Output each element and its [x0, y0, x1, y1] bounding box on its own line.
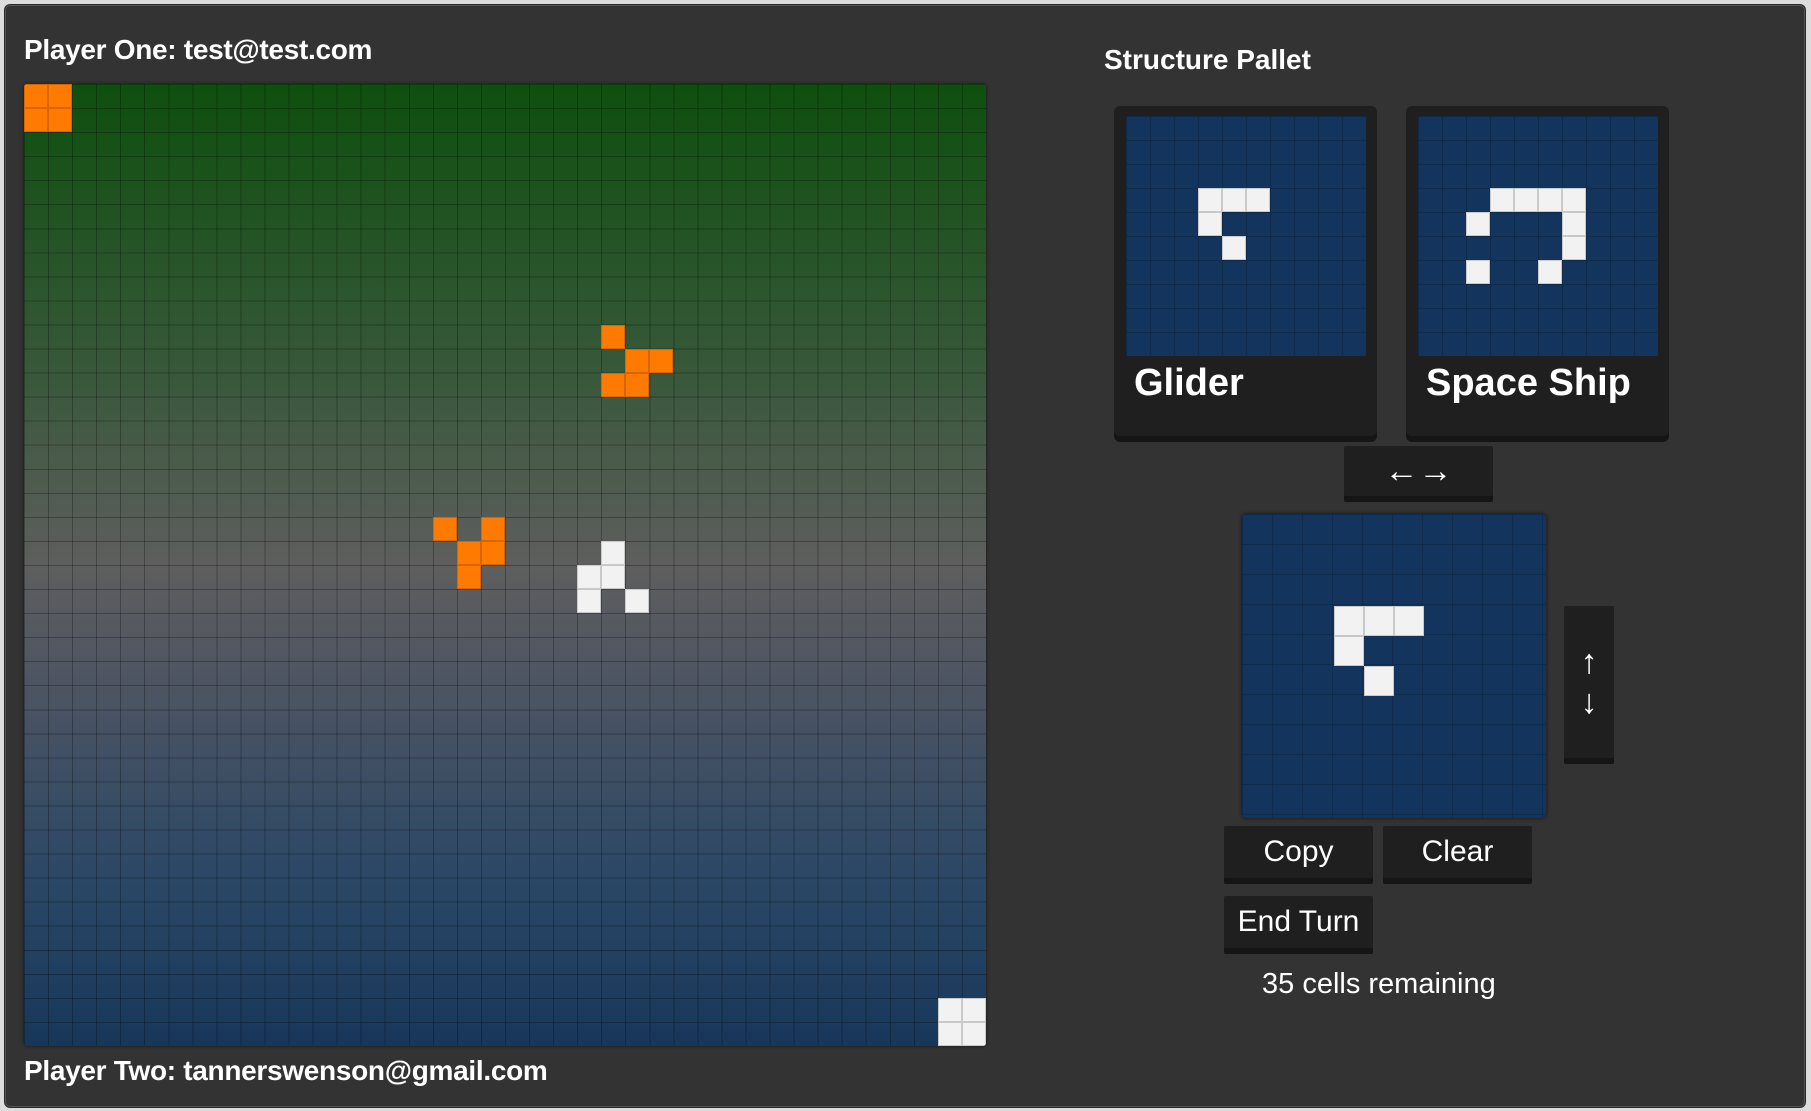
player-one-cell — [456, 565, 481, 590]
preview-cell — [1198, 188, 1222, 212]
player-one-cell — [625, 372, 650, 397]
editor-cell[interactable] — [1334, 636, 1364, 666]
preview-cell — [1562, 188, 1586, 212]
preview-cell — [1562, 236, 1586, 260]
player-two-cell — [577, 589, 602, 614]
arrow-down-icon: ↓ — [1580, 683, 1598, 721]
pallet-item-space-ship[interactable]: Space Ship — [1406, 106, 1669, 436]
preview-cell — [1466, 212, 1490, 236]
flip-vertical-button[interactable]: ↑ ↓ — [1564, 606, 1614, 758]
player-one-cell — [24, 84, 49, 109]
player-one-cell — [480, 516, 505, 541]
player-two-cell — [625, 589, 650, 614]
player-two-cell — [577, 565, 602, 590]
player-two-cell — [601, 540, 626, 565]
editor-cell[interactable] — [1394, 606, 1424, 636]
editor-cell[interactable] — [1364, 606, 1394, 636]
preview-cell — [1246, 188, 1270, 212]
player-two-cell — [937, 1021, 962, 1046]
cells-remaining-text: 35 cells remaining — [1262, 968, 1496, 1000]
end-turn-button[interactable]: End Turn — [1224, 896, 1373, 948]
preview-cell — [1198, 212, 1222, 236]
copy-button[interactable]: Copy — [1224, 826, 1373, 878]
preview-cell — [1538, 188, 1562, 212]
player-two-cell — [601, 565, 626, 590]
player-one-label: Player One: test@test.com — [24, 34, 373, 65]
structure-editor[interactable] — [1242, 514, 1546, 818]
player-one-cell — [432, 516, 457, 541]
space-ship-preview — [1418, 116, 1658, 356]
player-two-cell — [961, 997, 986, 1022]
player-two-cell — [961, 1021, 986, 1046]
pallet-item-label: Glider — [1134, 362, 1244, 404]
pallet-item-glider[interactable]: Glider — [1114, 106, 1377, 436]
game-board[interactable] — [24, 84, 986, 1046]
flip-horizontal-icon: ←→ — [1384, 451, 1453, 490]
player-two-label: Player Two: tannerswenson@gmail.com — [24, 1055, 548, 1086]
player-one-cell — [480, 540, 505, 565]
preview-cell — [1514, 188, 1538, 212]
player-one-cell — [48, 84, 73, 109]
preview-cell — [1538, 260, 1562, 284]
flip-horizontal-button[interactable]: ←→ — [1344, 446, 1493, 496]
preview-cell — [1490, 188, 1514, 212]
editor-cell[interactable] — [1364, 666, 1394, 696]
player-one-cell — [48, 108, 73, 133]
glider-preview — [1126, 116, 1366, 356]
clear-button[interactable]: Clear — [1383, 826, 1532, 878]
structure-pallet-title: Structure Pallet — [1104, 44, 1311, 75]
preview-cell — [1562, 212, 1586, 236]
player-one-cell — [601, 324, 626, 349]
pallet-item-label: Space Ship — [1426, 362, 1631, 404]
editor-cell[interactable] — [1334, 606, 1364, 636]
player-one-cell — [24, 108, 49, 133]
player-one-cell — [601, 372, 626, 397]
preview-cell — [1222, 236, 1246, 260]
preview-cell — [1466, 260, 1490, 284]
arrow-up-icon: ↑ — [1580, 643, 1598, 681]
player-one-cell — [649, 348, 674, 373]
player-one-cell — [625, 348, 650, 373]
preview-cell — [1222, 188, 1246, 212]
player-one-cell — [456, 540, 481, 565]
player-two-cell — [937, 997, 962, 1022]
